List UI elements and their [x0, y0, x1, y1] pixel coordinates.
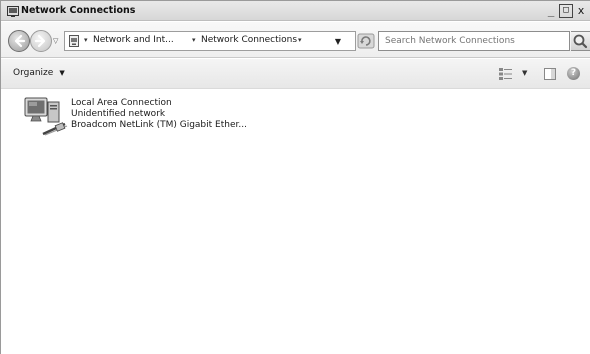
- search-button[interactable]: [571, 31, 590, 51]
- minimize-button[interactable]: _: [544, 4, 558, 18]
- back-button[interactable]: [8, 30, 30, 52]
- refresh-icon: [357, 33, 375, 49]
- maximize-button[interactable]: □: [559, 4, 573, 18]
- connection-name: Local Area Connection: [71, 98, 172, 108]
- connection-details: Local Area Connection Unidentified netwo…: [71, 98, 247, 131]
- refresh-button[interactable]: [357, 32, 375, 50]
- breadcrumb-item[interactable]: Network and Int...: [93, 35, 174, 45]
- explorer-window: Network Connections _ □ x ▽ ▾ Network an…: [0, 0, 590, 354]
- breadcrumb-separator[interactable]: ▾: [298, 36, 302, 44]
- network-folder-icon: [69, 35, 81, 48]
- forward-arrow-icon: [34, 34, 46, 48]
- organize-menu[interactable]: Organize ▼: [13, 68, 65, 78]
- views-button[interactable]: [499, 68, 513, 80]
- forward-button[interactable]: [30, 30, 52, 52]
- window-title: Network Connections: [21, 5, 136, 16]
- title-bar[interactable]: Network Connections _ □ x: [1, 1, 590, 21]
- preview-pane-icon[interactable]: [544, 68, 556, 80]
- search-icon: [573, 34, 588, 49]
- breadcrumb[interactable]: ▾ Network and Int... ▾ Network Connectio…: [64, 31, 356, 51]
- breadcrumb-separator[interactable]: ▾: [84, 36, 88, 44]
- organize-label: Organize: [13, 68, 54, 78]
- close-button[interactable]: x: [574, 4, 588, 18]
- recent-pages-dropdown[interactable]: ▽: [53, 37, 63, 47]
- window-controls: _ □ x: [543, 4, 588, 18]
- search-input[interactable]: [379, 32, 569, 50]
- search-box[interactable]: [378, 31, 570, 51]
- network-folder-icon: [7, 6, 19, 17]
- chevron-down-icon: ▼: [59, 69, 65, 77]
- command-bar: Organize ▼ ▼ ?: [1, 59, 590, 89]
- chevron-down-icon[interactable]: ▼: [522, 69, 527, 77]
- views-icon: [499, 68, 512, 80]
- breadcrumb-item[interactable]: Network Connections: [201, 35, 297, 45]
- network-adapter-icon: [23, 96, 69, 142]
- breadcrumb-separator[interactable]: ▾: [192, 36, 196, 44]
- back-arrow-icon: [14, 34, 26, 48]
- file-list[interactable]: Local Area Connection Unidentified netwo…: [1, 90, 590, 354]
- list-item[interactable]: Local Area Connection Unidentified netwo…: [23, 96, 283, 142]
- help-icon[interactable]: ?: [567, 67, 580, 80]
- connection-device: Broadcom NetLink (TM) Gigabit Ether...: [71, 120, 247, 130]
- connection-status: Unidentified network: [71, 109, 166, 119]
- address-bar: ▽ ▾ Network and Int... ▾ Network Connect…: [1, 22, 590, 58]
- chevron-down-icon[interactable]: ▼: [335, 37, 341, 46]
